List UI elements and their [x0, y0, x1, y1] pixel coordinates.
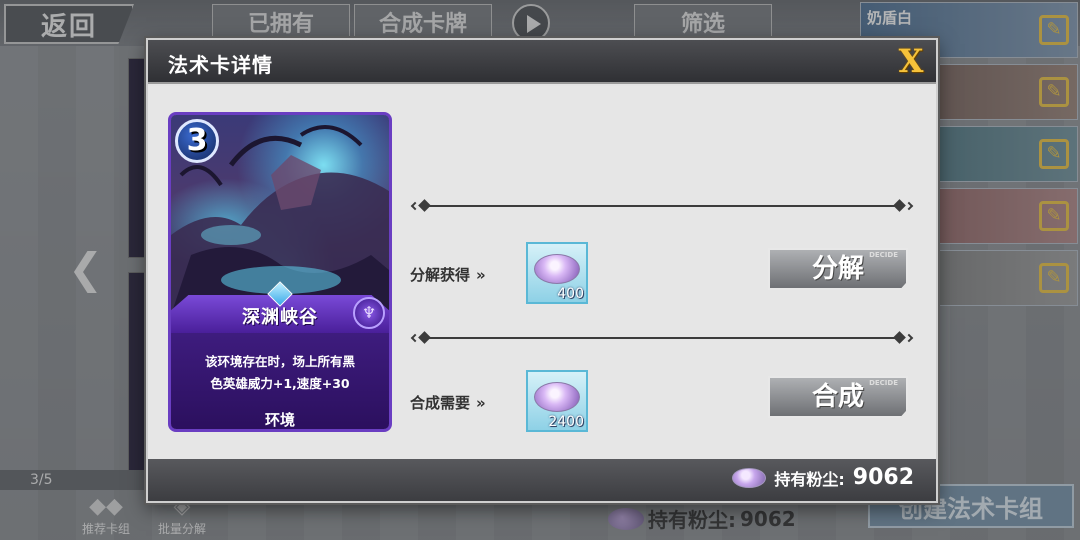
dust-pile-icon	[534, 382, 580, 412]
dialog-title: 法术卡详情	[168, 53, 273, 77]
card-cost: 3	[175, 119, 219, 163]
disenchant-button-label: 分解	[811, 254, 864, 284]
double-chevron-icon: »	[476, 266, 486, 284]
card-description-line: 色英雄威力+1,速度+30	[210, 376, 350, 391]
close-icon[interactable]: X	[894, 44, 928, 78]
dust-cost-tile: 2400	[526, 370, 588, 432]
craft-row-label: 合成需要 »	[410, 392, 486, 413]
disenchant-row-label: 分解获得 »	[410, 264, 486, 285]
dialog-footer: 持有粉尘: 9062	[148, 459, 936, 501]
dialog-body: 3 深渊峡谷 ♆ 该环境存在时，场上所有黑 色英雄威力+1,速度+30 环境 分…	[148, 86, 936, 460]
dialog-header: 法术卡详情 X	[148, 40, 936, 84]
craft-button-label: 合成	[811, 382, 864, 412]
craft-amount: 2400	[548, 414, 584, 430]
button-tag: DECIDE	[869, 251, 898, 259]
disenchant-amount: 400	[557, 286, 584, 302]
section-divider	[410, 331, 914, 344]
disenchant-button[interactable]: 分解 DECIDE	[768, 248, 908, 290]
trident-icon: ♆	[353, 297, 385, 329]
dust-balance-value: 9062	[852, 465, 914, 490]
button-tag: DECIDE	[869, 379, 898, 387]
card-type: 环境	[264, 411, 295, 429]
spell-card-detail-dialog: 法术卡详情 X 3 深渊峡谷 ♆ 该环境存在时，场上所有黑 色英雄威力+1,速度…	[146, 38, 938, 503]
disenchant-label: 分解获得	[410, 266, 471, 284]
card-description-line: 该环境存在时，场上所有黑	[204, 354, 355, 369]
dust-reward-tile: 400	[526, 242, 588, 304]
dust-icon	[732, 467, 767, 488]
section-divider	[410, 199, 914, 212]
dust-balance-label: 持有粉尘:	[774, 469, 845, 489]
spell-card: 3 深渊峡谷 ♆ 该环境存在时，场上所有黑 色英雄威力+1,速度+30 环境	[168, 112, 392, 432]
dust-pile-icon	[534, 254, 580, 284]
craft-button[interactable]: 合成 DECIDE	[768, 376, 908, 418]
dust-balance: 持有粉尘: 9062	[732, 465, 914, 490]
double-chevron-icon: »	[476, 394, 486, 412]
craft-label: 合成需要	[410, 394, 471, 412]
card-description: 该环境存在时，场上所有黑 色英雄威力+1,速度+30	[181, 351, 379, 395]
